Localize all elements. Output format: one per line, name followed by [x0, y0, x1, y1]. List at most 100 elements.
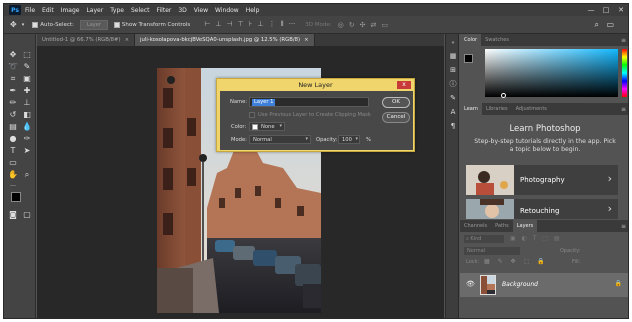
- layer-name-input[interactable]: Layer 1: [249, 97, 369, 107]
- tab-libraries[interactable]: Libraries: [482, 103, 512, 115]
- menu-help[interactable]: Help: [246, 7, 260, 14]
- brush-tool-icon[interactable]: ✏: [7, 97, 19, 108]
- menu-view[interactable]: View: [194, 7, 208, 14]
- learn-topic-photography[interactable]: Photography ›: [466, 165, 618, 195]
- frame-tool-icon[interactable]: ▣: [21, 73, 33, 84]
- menu-image[interactable]: Image: [61, 7, 80, 14]
- pen-tool-icon[interactable]: ✑: [21, 133, 33, 144]
- lasso-tool-icon[interactable]: ➰: [7, 61, 19, 72]
- dialog-title-bar[interactable]: New Layer x: [217, 79, 414, 91]
- menu-file[interactable]: File: [25, 7, 35, 14]
- mode-dropdown[interactable]: Normal ▾: [249, 135, 311, 144]
- tab-close-icon[interactable]: ×: [304, 37, 308, 43]
- move-tool-icon[interactable]: ✥: [10, 20, 17, 29]
- dialog-close-button[interactable]: x: [397, 81, 411, 89]
- tab-learn[interactable]: Learn: [460, 103, 482, 115]
- type-tool-icon[interactable]: T: [7, 145, 19, 156]
- panel-menu-icon[interactable]: ≡: [621, 223, 626, 230]
- blend-mode-dropdown[interactable]: Normal: [464, 247, 520, 255]
- history-brush-icon[interactable]: ↺: [7, 109, 19, 120]
- eye-icon[interactable]: 👁: [466, 280, 475, 288]
- scale-icon[interactable]: ▭: [381, 21, 388, 29]
- menu-layer[interactable]: Layer: [86, 7, 103, 14]
- eyedropper-tool-icon[interactable]: ✒: [7, 85, 19, 96]
- tab-adjustments[interactable]: Adjustments: [512, 103, 551, 115]
- tab-swatches[interactable]: Swatches: [481, 34, 513, 46]
- menu-type[interactable]: Type: [110, 7, 124, 14]
- pan-icon[interactable]: ✣: [360, 21, 366, 29]
- color-field[interactable]: [485, 49, 618, 98]
- info-panel-icon[interactable]: ⓘ: [449, 80, 457, 88]
- blur-tool-icon[interactable]: 💧: [21, 121, 33, 132]
- healing-brush-icon[interactable]: ✚: [21, 85, 33, 96]
- zoom-tool-icon[interactable]: ⌕: [21, 169, 33, 180]
- distribute-h-icon[interactable]: ⦀: [281, 20, 284, 29]
- workspace-icon[interactable]: ▭: [606, 20, 614, 29]
- menu-edit[interactable]: Edit: [42, 7, 54, 14]
- quick-select-tool-icon[interactable]: ✎: [21, 61, 33, 72]
- dodge-tool-icon[interactable]: ●: [7, 133, 19, 144]
- history-panel-icon[interactable]: ▦: [449, 52, 457, 60]
- search-icon[interactable]: ⌕: [595, 20, 599, 30]
- tab-photo[interactable]: juli-kosolapova-bkcjBVeSQA0-unsplash.jpg…: [135, 34, 315, 46]
- transform-controls-checkbox[interactable]: [113, 21, 120, 28]
- color-dropdown[interactable]: None ▾: [249, 122, 285, 131]
- menu-window[interactable]: Window: [215, 7, 239, 14]
- eraser-tool-icon[interactable]: ◧: [21, 109, 33, 120]
- distribute-icon[interactable]: ⋮: [269, 20, 276, 29]
- screen-mode-icon[interactable]: ▢: [21, 209, 33, 220]
- path-select-icon[interactable]: ➤: [21, 145, 33, 156]
- auto-select-checkbox[interactable]: [32, 21, 39, 28]
- crop-tool-icon[interactable]: ⌗: [7, 73, 19, 84]
- quick-mask-icon[interactable]: ◙: [7, 209, 19, 220]
- align-center-icon[interactable]: ⊥: [215, 20, 221, 29]
- collapse-arrows-icon[interactable]: «: [449, 39, 457, 47]
- panel-menu-icon[interactable]: ≡: [621, 106, 626, 113]
- hand-tool-icon[interactable]: ✋: [7, 169, 19, 180]
- ok-button[interactable]: OK: [382, 97, 410, 108]
- properties-panel-icon[interactable]: ⊞: [449, 66, 457, 74]
- align-left-icon[interactable]: ⊢: [204, 20, 210, 29]
- opacity-input[interactable]: 100 ▾: [338, 135, 360, 144]
- lock-icons[interactable]: ▦ ✎ ✥ ⬚ 🔒: [484, 258, 548, 265]
- panel-menu-icon[interactable]: ≡: [621, 37, 626, 44]
- brush-panel-icon[interactable]: ✎: [449, 94, 457, 102]
- hue-slider[interactable]: [622, 49, 627, 97]
- roll-icon[interactable]: ↻: [349, 21, 355, 29]
- layer-name[interactable]: Background: [502, 281, 538, 288]
- stamp-tool-icon[interactable]: ⊥: [21, 97, 33, 108]
- paragraph-panel-icon[interactable]: ¶: [449, 122, 457, 130]
- kind-filter-dropdown[interactable]: ⌕ Kind: [464, 235, 504, 243]
- tool-preset-chevron-icon[interactable]: ▾: [22, 22, 25, 28]
- learn-topic-retouching[interactable]: Retouching ›: [466, 199, 618, 219]
- auto-select-target-dropdown[interactable]: Layer: [79, 19, 108, 30]
- tab-close-icon[interactable]: ×: [125, 37, 129, 43]
- menu-select[interactable]: Select: [131, 7, 150, 14]
- more-options-icon[interactable]: ···: [289, 20, 296, 29]
- maximize-button[interactable]: □: [599, 4, 613, 16]
- character-panel-icon[interactable]: A: [449, 108, 457, 116]
- more-tools-icon[interactable]: ···: [7, 181, 19, 192]
- minimize-button[interactable]: —: [584, 4, 598, 16]
- shape-tool-icon[interactable]: ▭: [7, 157, 19, 168]
- tab-channels[interactable]: Channels: [460, 220, 491, 232]
- menu-filter[interactable]: Filter: [157, 7, 172, 14]
- slide-icon[interactable]: ⇄: [370, 21, 376, 29]
- align-right-icon[interactable]: ⊣: [227, 20, 233, 29]
- tab-color[interactable]: Color: [460, 34, 482, 46]
- align-bottom-icon[interactable]: ⊥: [257, 20, 263, 29]
- orbit-icon[interactable]: ◎: [338, 21, 344, 29]
- foreground-color-swatch[interactable]: [11, 192, 21, 202]
- color-panel-foreground-swatch[interactable]: [464, 54, 473, 63]
- tab-layers[interactable]: Layers: [512, 220, 538, 232]
- gradient-tool-icon[interactable]: ▤: [7, 121, 19, 132]
- marquee-tool-icon[interactable]: ⬚: [21, 49, 33, 60]
- align-middle-icon[interactable]: ⊦: [249, 20, 253, 29]
- align-top-icon[interactable]: ⊤: [238, 20, 244, 29]
- window-close-button[interactable]: ✕: [614, 4, 628, 16]
- cancel-button[interactable]: Cancel: [382, 112, 410, 123]
- layer-filter-icons[interactable]: ▣ ◐ T ⬚ ▤: [510, 235, 562, 242]
- tab-paths[interactable]: Paths: [491, 220, 513, 232]
- layer-row-background[interactable]: 👁 Background 🔒: [460, 273, 628, 297]
- clipping-mask-checkbox[interactable]: [249, 112, 255, 118]
